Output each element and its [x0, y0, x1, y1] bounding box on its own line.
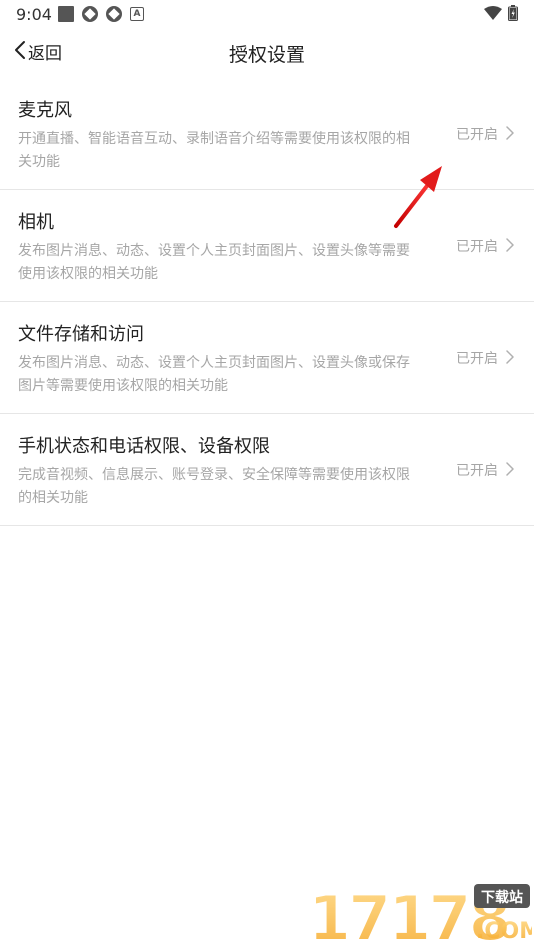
a-icon: A — [130, 7, 144, 21]
annotation-arrow-icon — [390, 160, 450, 236]
permission-description: 发布图片消息、动态、设置个人主页封面图片、设置头像等需要使用该权限的相关功能 — [18, 243, 410, 282]
svg-text:.COM: .COM — [476, 919, 532, 944]
permission-item-phone-device[interactable]: 手机状态和电话权限、设备权限 完成音视频、信息展示、账号登录、安全保障等需要使用… — [0, 414, 534, 526]
permission-item-storage[interactable]: 文件存储和访问 发布图片消息、动态、设置个人主页封面图片、设置头像或保存图片等需… — [0, 302, 534, 414]
permission-status-text: 已开启 — [456, 239, 498, 255]
svg-text:下载站: 下载站 — [481, 889, 523, 906]
status-bar: 9:04 A — [0, 0, 534, 28]
permission-item-camera[interactable]: 相机 发布图片消息、动态、设置个人主页封面图片、设置头像等需要使用该权限的相关功… — [0, 190, 534, 302]
permission-status: 已开启 — [456, 460, 514, 480]
status-system-icons — [484, 5, 518, 21]
permission-description: 开通直播、智能语音互动、录制语音介绍等需要使用该权限的相关功能 — [18, 131, 410, 170]
permission-item-microphone[interactable]: 麦克风 开通直播、智能语音互动、录制语音介绍等需要使用该权限的相关功能 已开启 — [0, 78, 534, 190]
permission-title: 手机状态和电话权限、设备权限 — [18, 436, 270, 457]
chevron-right-icon — [506, 461, 514, 480]
permission-status: 已开启 — [456, 124, 514, 144]
chevron-right-icon — [506, 125, 514, 144]
permission-title: 相机 — [18, 212, 54, 233]
permission-status-text: 已开启 — [456, 127, 498, 143]
permission-status: 已开启 — [456, 348, 514, 368]
permission-description: 完成音视频、信息展示、账号登录、安全保障等需要使用该权限的相关功能 — [18, 467, 410, 506]
permission-description: 发布图片消息、动态、设置个人主页封面图片、设置头像或保存图片等需要使用该权限的相… — [18, 355, 410, 394]
permission-status-text: 已开启 — [456, 463, 498, 479]
status-time: 9:04 — [16, 5, 52, 24]
permission-title: 麦克风 — [18, 100, 72, 121]
app-icon — [82, 6, 98, 22]
wifi-icon — [484, 6, 502, 20]
page-title: 授权设置 — [228, 44, 305, 66]
permission-title: 文件存储和访问 — [18, 324, 144, 345]
permission-status-text: 已开启 — [456, 351, 498, 367]
permission-status: 已开启 — [456, 236, 514, 256]
app-icon — [106, 6, 122, 22]
square-icon — [58, 6, 74, 22]
chevron-right-icon — [506, 237, 514, 256]
chevron-right-icon — [506, 349, 514, 368]
header-bar: 返回 授权设置 — [0, 28, 534, 78]
battery-icon — [508, 5, 518, 21]
permission-list: 麦克风 开通直播、智能语音互动、录制语音介绍等需要使用该权限的相关功能 已开启 … — [0, 78, 534, 526]
status-notification-icons: A — [58, 6, 144, 22]
site-watermark-logo: 17178 下载站 .COM — [304, 880, 534, 950]
